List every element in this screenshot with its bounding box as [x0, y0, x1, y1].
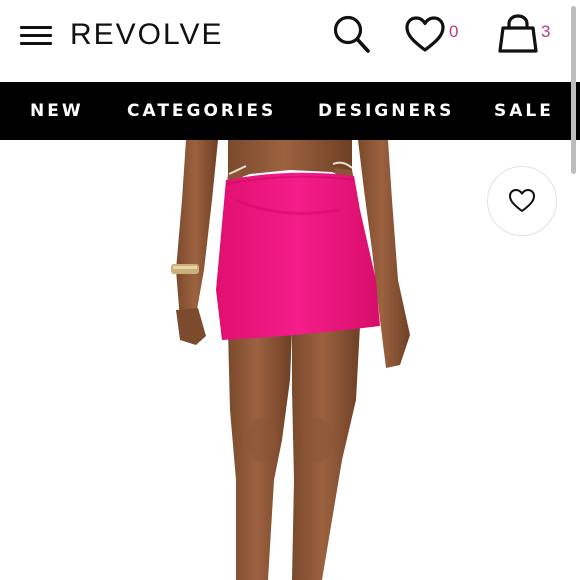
- shopping-bag-icon[interactable]: [497, 14, 539, 54]
- heart-outline-icon: [509, 189, 535, 212]
- site-header: REVOLVE 0 3: [0, 0, 580, 82]
- scrollbar[interactable]: [571, 6, 576, 174]
- favorite-button[interactable]: [487, 166, 557, 236]
- heart-icon[interactable]: [403, 15, 447, 55]
- wishlist-count: 0: [449, 22, 459, 41]
- hamburger-menu-icon[interactable]: [20, 26, 52, 46]
- brand-logo[interactable]: REVOLVE: [70, 17, 224, 53]
- category-nav: NEW CATEGORIES DESIGNERS SALE: [0, 82, 580, 140]
- nav-item-designers[interactable]: DESIGNERS: [318, 82, 454, 140]
- nav-item-new[interactable]: NEW: [30, 82, 84, 140]
- nav-item-categories[interactable]: CATEGORIES: [127, 82, 276, 140]
- bag-count: 3: [541, 22, 551, 41]
- nav-item-sale[interactable]: SALE: [494, 82, 554, 140]
- search-icon[interactable]: [332, 14, 372, 56]
